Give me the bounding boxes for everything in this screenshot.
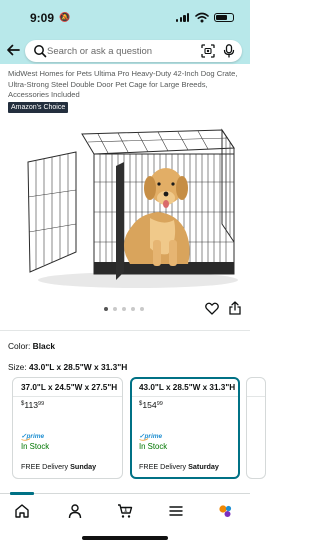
prime-logo-icon: ✓prime (21, 433, 45, 441)
heart-icon[interactable] (205, 302, 219, 315)
delivery-day: Saturday (188, 462, 219, 471)
card-divider (247, 396, 265, 397)
microphone-icon[interactable] (223, 44, 235, 58)
search-icon (34, 45, 47, 58)
price-whole: 113 (24, 400, 39, 410)
svg-text:✓prime: ✓prime (139, 433, 163, 440)
card-divider (132, 396, 238, 397)
size-label: Size: (8, 362, 27, 372)
carousel-dot[interactable] (113, 307, 117, 311)
cellular-signal-icon (176, 13, 190, 22)
image-carousel-dots (104, 307, 152, 313)
home-icon[interactable] (14, 503, 30, 519)
active-tab-indicator (10, 492, 34, 495)
delivery-prefix: FREE Delivery (139, 462, 187, 471)
wifi-icon (195, 12, 209, 23)
delivery-day: Sunday (70, 462, 97, 471)
bottom-navigation: 1 (0, 492, 250, 542)
size-option-card-selected[interactable]: 43.0"L x 28.5"W x 31.3"H $15499 ✓prime I… (130, 377, 240, 479)
camera-scan-icon[interactable] (201, 44, 215, 58)
carousel-dot[interactable] (131, 307, 135, 311)
amazons-choice-badge: Amazon's Choice (8, 102, 69, 113)
status-time: 9:09 (30, 11, 55, 25)
price-fraction: 99 (38, 401, 45, 407)
search-bar[interactable] (25, 40, 242, 62)
battery-icon (214, 13, 234, 22)
size-selection: Size: 43.0"L x 28.5"W x 31.3"H (8, 362, 127, 372)
rufus-icon[interactable] (218, 503, 234, 519)
home-indicator (82, 536, 168, 540)
price-fraction: 99 (156, 401, 163, 407)
carousel-dot[interactable] (140, 307, 144, 311)
size-option-price: $15499 (139, 400, 163, 410)
delivery-info: FREE Delivery Sunday (21, 462, 96, 471)
silent-bell-icon: 🔕 (59, 12, 71, 22)
delivery-info: FREE Delivery Saturday (139, 462, 219, 471)
product-page: 9:09 🔕 Search or ask a question MidWest … (0, 0, 266, 542)
section-divider (0, 330, 250, 331)
search-input[interactable] (47, 42, 197, 60)
color-label: Color: (8, 341, 31, 351)
color-selection: Color: Black (8, 341, 55, 351)
price-whole: 154 (142, 400, 157, 410)
size-option-card-partial[interactable] (246, 377, 266, 479)
status-bar: 9:09 🔕 (0, 0, 250, 34)
menu-icon[interactable] (168, 503, 184, 519)
share-icon[interactable] (229, 301, 241, 315)
size-option-dims: 43.0"L x 28.5"W x 31.3"H (139, 383, 236, 392)
prime-logo-icon: ✓prime (139, 433, 163, 441)
size-value: 43.0"L x 28.5"W x 31.3"H (28, 362, 128, 372)
card-divider (13, 396, 122, 397)
delivery-prefix: FREE Delivery (21, 462, 69, 471)
back-arrow-icon[interactable] (5, 42, 21, 58)
svg-text:✓prime: ✓prime (21, 433, 45, 440)
size-option-card[interactable]: 37.0"L x 24.5"W x 27.5"H $11399 ✓prime I… (12, 377, 123, 479)
cart-icon[interactable]: 1 (117, 503, 133, 519)
carousel-dot[interactable] (122, 307, 126, 311)
product-title[interactable]: MidWest Homes for Pets Ultima Pro Heavy-… (8, 69, 244, 101)
stock-status: In Stock (21, 442, 50, 451)
app-header: 9:09 🔕 (0, 0, 250, 64)
size-option-dims: 37.0"L x 24.5"W x 27.5"H (21, 383, 118, 392)
size-option-price: $11399 (21, 400, 44, 410)
stock-status: In Stock (139, 442, 168, 451)
carousel-dot[interactable] (104, 307, 108, 311)
color-value: Black (32, 341, 56, 351)
product-image[interactable] (8, 122, 244, 294)
account-icon[interactable] (67, 503, 83, 519)
